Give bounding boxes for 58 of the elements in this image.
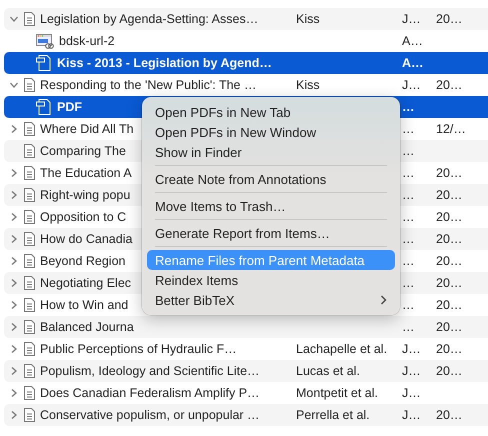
date-text: 20… bbox=[436, 78, 462, 92]
creator-text: Perrella et al. bbox=[296, 408, 370, 422]
type-text: … bbox=[402, 100, 414, 114]
type-text: J… bbox=[402, 12, 421, 26]
type-text: … bbox=[402, 298, 414, 312]
type-text: … bbox=[402, 122, 414, 136]
type-text: J… bbox=[402, 78, 421, 92]
date-text: 20… bbox=[436, 342, 462, 356]
creator-text: Lucas et al. bbox=[296, 364, 360, 378]
type-text: J… bbox=[402, 408, 421, 422]
creator-text: Montpetit et al. bbox=[296, 386, 378, 400]
type-text: J… bbox=[402, 386, 421, 400]
type-text: … bbox=[402, 232, 414, 246]
date-text: 12/… bbox=[436, 122, 466, 136]
title-text: Balanced Journa bbox=[40, 320, 134, 334]
title-text: PDF bbox=[57, 100, 82, 114]
type-text: … bbox=[402, 210, 414, 224]
type-text: … bbox=[402, 166, 414, 180]
type-text: A… bbox=[402, 56, 424, 70]
date-text: 20… bbox=[436, 12, 462, 26]
type-text: J… bbox=[402, 342, 421, 356]
creator-text: Kiss bbox=[296, 78, 320, 92]
type-text: … bbox=[402, 188, 414, 202]
date-text: 20… bbox=[436, 320, 462, 334]
date-text: 20… bbox=[436, 210, 462, 224]
title-text: Negotiating Elec bbox=[40, 276, 132, 290]
title-text: How to Win and bbox=[40, 298, 128, 312]
type-text: … bbox=[402, 320, 414, 334]
date-text: 20… bbox=[436, 166, 462, 180]
title-text: Does Canadian Federalism Amplify P… bbox=[40, 386, 260, 400]
type-text: … bbox=[402, 254, 414, 268]
date-text: 20… bbox=[436, 188, 462, 202]
title-text: Kiss - 2013 - Legislation by Agend… bbox=[57, 56, 272, 70]
date-text: 20… bbox=[436, 276, 462, 290]
creator-text: Kiss bbox=[296, 12, 320, 26]
type-text: … bbox=[402, 276, 414, 290]
title-text: Comparing The bbox=[40, 144, 126, 158]
title-text: Legislation by Agenda-Setting: Asses… bbox=[40, 12, 258, 26]
title-text: Opposition to C bbox=[40, 210, 126, 224]
type-text: J… bbox=[402, 364, 421, 378]
title-text: bdsk-url-2 bbox=[59, 34, 115, 48]
title-text: Public Perceptions of Hydraulic F… bbox=[40, 342, 237, 356]
type-text: A… bbox=[402, 34, 423, 48]
date-text: 20… bbox=[436, 364, 462, 378]
title-text: Populism, Ideology and Scientific Lite… bbox=[40, 364, 260, 378]
type-text: … bbox=[402, 144, 414, 158]
date-text: 20… bbox=[436, 232, 462, 246]
title-text: Beyond Region bbox=[40, 254, 126, 268]
title-text: How do Canadia bbox=[40, 232, 132, 246]
date-text: 20… bbox=[436, 408, 462, 422]
creator-text: Lachapelle et al. bbox=[296, 342, 388, 356]
title-text: Right-wing popu bbox=[40, 188, 130, 202]
date-text: 20… bbox=[436, 254, 462, 268]
title-text: Responding to the 'New Public': The … bbox=[40, 78, 256, 92]
title-text: Where Did All Th bbox=[40, 122, 134, 136]
title-text: The Education A bbox=[40, 166, 132, 180]
date-text: 20… bbox=[436, 298, 462, 312]
title-text: Conservative populism, or unpopular … bbox=[40, 408, 260, 422]
